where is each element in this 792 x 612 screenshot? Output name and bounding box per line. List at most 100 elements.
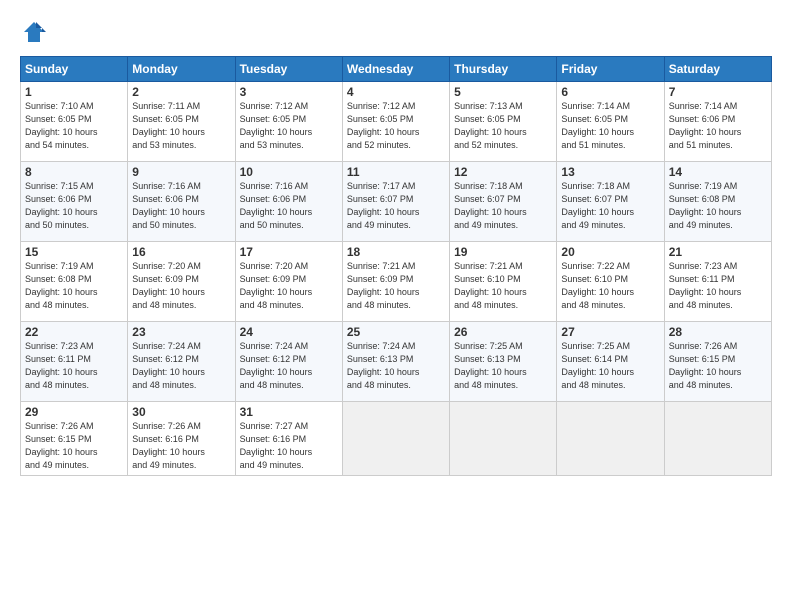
calendar-day-header: Monday bbox=[128, 57, 235, 82]
calendar-cell: 29 Sunrise: 7:26 AM Sunset: 6:15 PM Dayl… bbox=[21, 402, 128, 476]
header bbox=[20, 18, 772, 46]
day-number: 8 bbox=[25, 165, 123, 179]
calendar-cell: 10 Sunrise: 7:16 AM Sunset: 6:06 PM Dayl… bbox=[235, 162, 342, 242]
cell-info: Sunrise: 7:21 AM Sunset: 6:10 PM Dayligh… bbox=[454, 260, 552, 312]
calendar-cell: 5 Sunrise: 7:13 AM Sunset: 6:05 PM Dayli… bbox=[450, 82, 557, 162]
calendar-cell: 27 Sunrise: 7:25 AM Sunset: 6:14 PM Dayl… bbox=[557, 322, 664, 402]
calendar-cell: 12 Sunrise: 7:18 AM Sunset: 6:07 PM Dayl… bbox=[450, 162, 557, 242]
cell-info: Sunrise: 7:20 AM Sunset: 6:09 PM Dayligh… bbox=[132, 260, 230, 312]
cell-info: Sunrise: 7:16 AM Sunset: 6:06 PM Dayligh… bbox=[240, 180, 338, 232]
cell-info: Sunrise: 7:17 AM Sunset: 6:07 PM Dayligh… bbox=[347, 180, 445, 232]
calendar-week-row: 22 Sunrise: 7:23 AM Sunset: 6:11 PM Dayl… bbox=[21, 322, 772, 402]
day-number: 1 bbox=[25, 85, 123, 99]
calendar-day-header: Sunday bbox=[21, 57, 128, 82]
calendar-cell: 20 Sunrise: 7:22 AM Sunset: 6:10 PM Dayl… bbox=[557, 242, 664, 322]
calendar-day-header: Friday bbox=[557, 57, 664, 82]
day-number: 3 bbox=[240, 85, 338, 99]
day-number: 7 bbox=[669, 85, 767, 99]
calendar-cell: 26 Sunrise: 7:25 AM Sunset: 6:13 PM Dayl… bbox=[450, 322, 557, 402]
cell-info: Sunrise: 7:22 AM Sunset: 6:10 PM Dayligh… bbox=[561, 260, 659, 312]
cell-info: Sunrise: 7:19 AM Sunset: 6:08 PM Dayligh… bbox=[25, 260, 123, 312]
day-number: 26 bbox=[454, 325, 552, 339]
day-number: 12 bbox=[454, 165, 552, 179]
calendar-cell: 8 Sunrise: 7:15 AM Sunset: 6:06 PM Dayli… bbox=[21, 162, 128, 242]
day-number: 4 bbox=[347, 85, 445, 99]
day-number: 31 bbox=[240, 405, 338, 419]
cell-info: Sunrise: 7:14 AM Sunset: 6:06 PM Dayligh… bbox=[669, 100, 767, 152]
cell-info: Sunrise: 7:21 AM Sunset: 6:09 PM Dayligh… bbox=[347, 260, 445, 312]
cell-info: Sunrise: 7:26 AM Sunset: 6:15 PM Dayligh… bbox=[25, 420, 123, 472]
calendar-cell: 11 Sunrise: 7:17 AM Sunset: 6:07 PM Dayl… bbox=[342, 162, 449, 242]
calendar: SundayMondayTuesdayWednesdayThursdayFrid… bbox=[20, 56, 772, 476]
day-number: 22 bbox=[25, 325, 123, 339]
cell-info: Sunrise: 7:18 AM Sunset: 6:07 PM Dayligh… bbox=[561, 180, 659, 232]
day-number: 17 bbox=[240, 245, 338, 259]
day-number: 18 bbox=[347, 245, 445, 259]
day-number: 27 bbox=[561, 325, 659, 339]
logo bbox=[20, 18, 52, 46]
cell-info: Sunrise: 7:20 AM Sunset: 6:09 PM Dayligh… bbox=[240, 260, 338, 312]
calendar-cell: 3 Sunrise: 7:12 AM Sunset: 6:05 PM Dayli… bbox=[235, 82, 342, 162]
calendar-week-row: 29 Sunrise: 7:26 AM Sunset: 6:15 PM Dayl… bbox=[21, 402, 772, 476]
calendar-cell: 30 Sunrise: 7:26 AM Sunset: 6:16 PM Dayl… bbox=[128, 402, 235, 476]
page: SundayMondayTuesdayWednesdayThursdayFrid… bbox=[0, 0, 792, 612]
cell-info: Sunrise: 7:25 AM Sunset: 6:14 PM Dayligh… bbox=[561, 340, 659, 392]
day-number: 21 bbox=[669, 245, 767, 259]
calendar-body: 1 Sunrise: 7:10 AM Sunset: 6:05 PM Dayli… bbox=[21, 82, 772, 476]
day-number: 5 bbox=[454, 85, 552, 99]
day-number: 29 bbox=[25, 405, 123, 419]
calendar-cell: 22 Sunrise: 7:23 AM Sunset: 6:11 PM Dayl… bbox=[21, 322, 128, 402]
cell-info: Sunrise: 7:15 AM Sunset: 6:06 PM Dayligh… bbox=[25, 180, 123, 232]
calendar-cell: 13 Sunrise: 7:18 AM Sunset: 6:07 PM Dayl… bbox=[557, 162, 664, 242]
day-number: 25 bbox=[347, 325, 445, 339]
day-number: 9 bbox=[132, 165, 230, 179]
calendar-cell: 19 Sunrise: 7:21 AM Sunset: 6:10 PM Dayl… bbox=[450, 242, 557, 322]
calendar-cell: 16 Sunrise: 7:20 AM Sunset: 6:09 PM Dayl… bbox=[128, 242, 235, 322]
day-number: 19 bbox=[454, 245, 552, 259]
cell-info: Sunrise: 7:11 AM Sunset: 6:05 PM Dayligh… bbox=[132, 100, 230, 152]
day-number: 11 bbox=[347, 165, 445, 179]
day-number: 2 bbox=[132, 85, 230, 99]
calendar-cell bbox=[557, 402, 664, 476]
day-number: 24 bbox=[240, 325, 338, 339]
cell-info: Sunrise: 7:12 AM Sunset: 6:05 PM Dayligh… bbox=[347, 100, 445, 152]
calendar-week-row: 8 Sunrise: 7:15 AM Sunset: 6:06 PM Dayli… bbox=[21, 162, 772, 242]
calendar-day-header: Wednesday bbox=[342, 57, 449, 82]
calendar-cell: 25 Sunrise: 7:24 AM Sunset: 6:13 PM Dayl… bbox=[342, 322, 449, 402]
cell-info: Sunrise: 7:24 AM Sunset: 6:12 PM Dayligh… bbox=[240, 340, 338, 392]
cell-info: Sunrise: 7:26 AM Sunset: 6:15 PM Dayligh… bbox=[669, 340, 767, 392]
cell-info: Sunrise: 7:14 AM Sunset: 6:05 PM Dayligh… bbox=[561, 100, 659, 152]
calendar-cell: 2 Sunrise: 7:11 AM Sunset: 6:05 PM Dayli… bbox=[128, 82, 235, 162]
day-number: 28 bbox=[669, 325, 767, 339]
calendar-cell: 14 Sunrise: 7:19 AM Sunset: 6:08 PM Dayl… bbox=[664, 162, 771, 242]
day-number: 15 bbox=[25, 245, 123, 259]
cell-info: Sunrise: 7:23 AM Sunset: 6:11 PM Dayligh… bbox=[669, 260, 767, 312]
calendar-week-row: 15 Sunrise: 7:19 AM Sunset: 6:08 PM Dayl… bbox=[21, 242, 772, 322]
day-number: 14 bbox=[669, 165, 767, 179]
calendar-cell bbox=[450, 402, 557, 476]
cell-info: Sunrise: 7:27 AM Sunset: 6:16 PM Dayligh… bbox=[240, 420, 338, 472]
calendar-cell: 28 Sunrise: 7:26 AM Sunset: 6:15 PM Dayl… bbox=[664, 322, 771, 402]
calendar-cell bbox=[342, 402, 449, 476]
day-number: 16 bbox=[132, 245, 230, 259]
cell-info: Sunrise: 7:18 AM Sunset: 6:07 PM Dayligh… bbox=[454, 180, 552, 232]
cell-info: Sunrise: 7:26 AM Sunset: 6:16 PM Dayligh… bbox=[132, 420, 230, 472]
calendar-cell: 18 Sunrise: 7:21 AM Sunset: 6:09 PM Dayl… bbox=[342, 242, 449, 322]
calendar-week-row: 1 Sunrise: 7:10 AM Sunset: 6:05 PM Dayli… bbox=[21, 82, 772, 162]
day-number: 30 bbox=[132, 405, 230, 419]
cell-info: Sunrise: 7:10 AM Sunset: 6:05 PM Dayligh… bbox=[25, 100, 123, 152]
cell-info: Sunrise: 7:23 AM Sunset: 6:11 PM Dayligh… bbox=[25, 340, 123, 392]
day-number: 23 bbox=[132, 325, 230, 339]
calendar-cell: 17 Sunrise: 7:20 AM Sunset: 6:09 PM Dayl… bbox=[235, 242, 342, 322]
calendar-day-header: Thursday bbox=[450, 57, 557, 82]
calendar-day-header: Saturday bbox=[664, 57, 771, 82]
calendar-cell: 31 Sunrise: 7:27 AM Sunset: 6:16 PM Dayl… bbox=[235, 402, 342, 476]
cell-info: Sunrise: 7:25 AM Sunset: 6:13 PM Dayligh… bbox=[454, 340, 552, 392]
day-number: 10 bbox=[240, 165, 338, 179]
calendar-cell: 24 Sunrise: 7:24 AM Sunset: 6:12 PM Dayl… bbox=[235, 322, 342, 402]
cell-info: Sunrise: 7:12 AM Sunset: 6:05 PM Dayligh… bbox=[240, 100, 338, 152]
cell-info: Sunrise: 7:24 AM Sunset: 6:13 PM Dayligh… bbox=[347, 340, 445, 392]
calendar-cell: 21 Sunrise: 7:23 AM Sunset: 6:11 PM Dayl… bbox=[664, 242, 771, 322]
day-number: 6 bbox=[561, 85, 659, 99]
cell-info: Sunrise: 7:16 AM Sunset: 6:06 PM Dayligh… bbox=[132, 180, 230, 232]
